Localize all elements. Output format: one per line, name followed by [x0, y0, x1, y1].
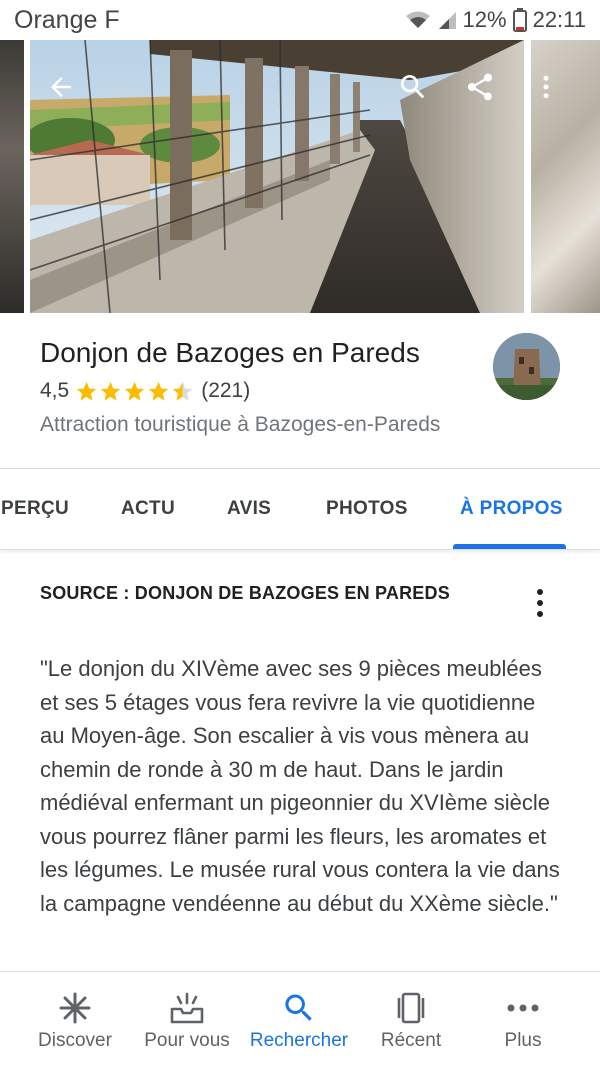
nav-label: Plus	[504, 1030, 542, 1051]
signal-icon	[438, 12, 456, 29]
overflow-menu-button[interactable]	[521, 62, 571, 112]
tab-apercu[interactable]: APERÇU	[0, 470, 69, 549]
tab-a-propos[interactable]: À PROPOS	[460, 470, 563, 549]
search-icon	[400, 75, 425, 99]
nav-discover[interactable]: Discover	[15, 972, 135, 1067]
wifi-icon	[405, 11, 430, 28]
back-button[interactable]	[36, 62, 86, 112]
clock: 22:11	[532, 7, 586, 32]
half-star-icon	[173, 381, 193, 401]
star-icon	[77, 381, 97, 401]
search-button[interactable]	[388, 62, 438, 112]
nav-recent[interactable]: Récent	[351, 972, 471, 1067]
active-tab-indicator	[453, 544, 566, 549]
status-icons: 12% 22:11	[405, 7, 586, 33]
about-section: SOURCE : DONJON DE BAZOGES EN PAREDS "Le…	[0, 551, 600, 971]
previous-photo[interactable]	[0, 40, 24, 313]
battery-icon	[512, 8, 527, 32]
battery-percent: 12%	[462, 7, 507, 32]
asterisk-icon	[59, 992, 91, 1024]
more-vert-icon	[537, 589, 543, 595]
place-title: Donjon de Bazoges en Pareds	[40, 337, 420, 368]
more-vert-icon	[543, 75, 549, 99]
star-icon	[125, 381, 145, 401]
share-icon	[468, 73, 492, 101]
status-bar: Orange F 12% 22:11	[0, 0, 600, 40]
place-thumbnail[interactable]	[493, 333, 560, 400]
place-header: Donjon de Bazoges en Pareds 4,5 (221) At…	[0, 313, 600, 469]
nav-plus[interactable]: Plus	[463, 972, 583, 1067]
star-icon	[101, 381, 121, 401]
nav-rechercher[interactable]: Rechercher	[239, 972, 359, 1067]
source-menu-button[interactable]	[522, 585, 558, 621]
carrier-name: Orange F	[14, 5, 120, 34]
place-category: Attraction touristique à Bazoges-en-Pare…	[40, 413, 441, 436]
arrow-back-icon	[51, 77, 71, 97]
share-button[interactable]	[455, 62, 505, 112]
star-icon	[149, 381, 169, 401]
tab-actu[interactable]: ACTU	[121, 470, 175, 549]
search-icon	[285, 994, 312, 1021]
bottom-navigation: Discover Pour vous Rechercher Récent Plu…	[0, 971, 600, 1067]
tab-bar: APERÇU ACTU AVIS PHOTOS À PROPOS	[0, 470, 600, 550]
photo-carousel[interactable]	[0, 40, 600, 313]
review-count: (221)	[201, 379, 251, 402]
main-photo[interactable]	[30, 40, 524, 313]
more-horiz-icon	[507, 1004, 539, 1012]
star-rating	[75, 380, 195, 403]
rating-row[interactable]: 4,5 (221)	[40, 379, 250, 403]
source-title: SOURCE : DONJON DE BAZOGES EN PAREDS	[40, 583, 450, 603]
tab-avis[interactable]: AVIS	[227, 470, 271, 549]
tab-photos[interactable]: PHOTOS	[326, 470, 408, 549]
rating-value: 4,5	[40, 379, 70, 402]
inbox-sparkle-icon	[170, 992, 204, 1024]
nav-pour-vous[interactable]: Pour vous	[127, 972, 247, 1067]
cards-icon	[397, 992, 425, 1024]
place-description: "Le donjon du XIVème avec ses 9 pièces m…	[40, 656, 560, 916]
